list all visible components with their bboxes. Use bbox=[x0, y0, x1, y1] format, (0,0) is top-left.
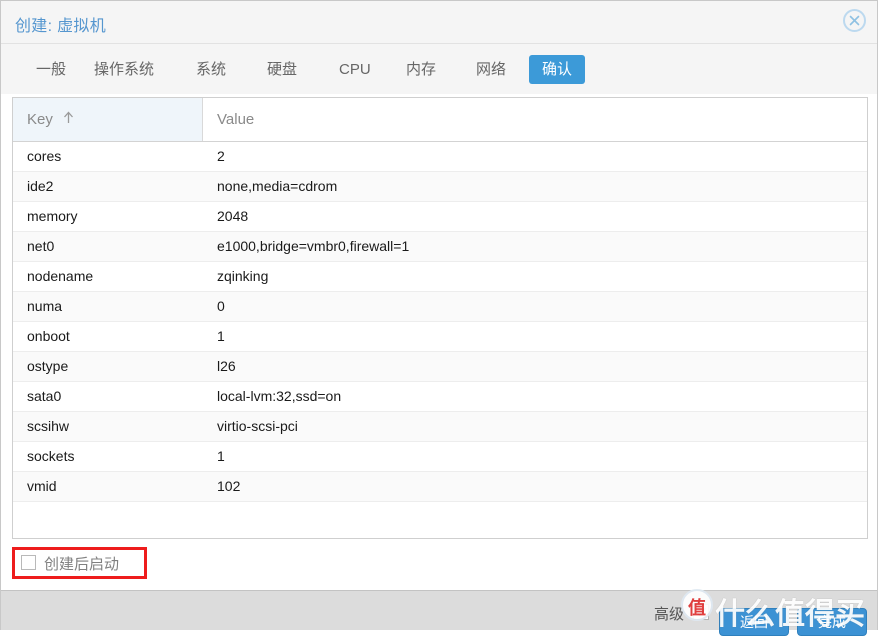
table-row[interactable]: sockets 1 bbox=[13, 442, 867, 472]
row-value: 2048 bbox=[217, 202, 857, 231]
table-row[interactable]: vmid 102 bbox=[13, 472, 867, 502]
tab-os[interactable]: 操作系统 bbox=[81, 55, 167, 84]
row-value: virtio-scsi-pci bbox=[217, 412, 857, 441]
row-key: net0 bbox=[27, 232, 207, 261]
table-row[interactable]: cores 2 bbox=[13, 142, 867, 172]
column-header-key[interactable]: Key bbox=[13, 98, 203, 141]
table-row[interactable]: onboot 1 bbox=[13, 322, 867, 352]
row-key: vmid bbox=[27, 472, 207, 501]
tab-general[interactable]: 一般 bbox=[23, 55, 79, 84]
table-row[interactable]: sata0 local-lvm:32,ssd=on bbox=[13, 382, 867, 412]
start-after-create-checkbox[interactable] bbox=[21, 555, 36, 570]
finish-button[interactable]: 完成 bbox=[797, 608, 867, 636]
summary-panel: Key Value cores 2 ide2 none,media=cdrom bbox=[12, 97, 868, 539]
table-row[interactable]: numa 0 bbox=[13, 292, 867, 322]
tab-system[interactable]: 系统 bbox=[183, 55, 239, 84]
row-key: cores bbox=[27, 142, 207, 171]
row-value: none,media=cdrom bbox=[217, 172, 857, 201]
dialog-title: 创建: 虚拟机 bbox=[15, 12, 106, 36]
row-key: ide2 bbox=[27, 172, 207, 201]
start-after-create-row: 创建后启动 bbox=[12, 547, 857, 579]
tab-memory[interactable]: 内存 bbox=[393, 55, 449, 84]
grid-header: Key Value bbox=[13, 98, 867, 142]
tab-hard-disk[interactable]: 硬盘 bbox=[254, 55, 310, 84]
table-row[interactable]: nodename zqinking bbox=[13, 262, 867, 292]
advanced-label: 高级 bbox=[654, 603, 684, 624]
table-row[interactable]: scsihw virtio-scsi-pci bbox=[13, 412, 867, 442]
start-after-create-label: 创建后启动 bbox=[44, 553, 119, 574]
wizard-tabbar: 一般 操作系统 系统 硬盘 CPU 内存 网络 确认 bbox=[1, 44, 877, 94]
row-key: sata0 bbox=[27, 382, 207, 411]
row-key: memory bbox=[27, 202, 207, 231]
back-button[interactable]: 返回 bbox=[719, 608, 789, 636]
table-row[interactable]: net0 e1000,bridge=vmbr0,firewall=1 bbox=[13, 232, 867, 262]
row-value: local-lvm:32,ssd=on bbox=[217, 382, 857, 411]
row-value: 2 bbox=[217, 142, 857, 171]
row-key: sockets bbox=[27, 442, 207, 471]
row-value: 0 bbox=[217, 292, 857, 321]
row-key: onboot bbox=[27, 322, 207, 351]
row-value: 1 bbox=[217, 322, 857, 351]
table-row[interactable]: ide2 none,media=cdrom bbox=[13, 172, 867, 202]
row-value: 102 bbox=[217, 472, 857, 501]
row-key: numa bbox=[27, 292, 207, 321]
row-value: zqinking bbox=[217, 262, 857, 291]
row-key: nodename bbox=[27, 262, 207, 291]
column-header-value[interactable]: Value bbox=[203, 98, 867, 141]
advanced-checkbox[interactable] bbox=[693, 604, 709, 620]
row-value: 1 bbox=[217, 442, 857, 471]
column-header-value-label: Value bbox=[217, 111, 254, 128]
dialog-footer: 高级 返回 完成 bbox=[1, 590, 877, 630]
dialog-titlebar: 创建: 虚拟机 bbox=[1, 1, 877, 44]
row-key: scsihw bbox=[27, 412, 207, 441]
column-header-key-label: Key bbox=[27, 111, 53, 128]
tab-cpu[interactable]: CPU bbox=[326, 55, 384, 84]
grid-body: cores 2 ide2 none,media=cdrom memory 204… bbox=[13, 142, 867, 538]
tab-confirm[interactable]: 确认 bbox=[529, 55, 585, 84]
tab-network[interactable]: 网络 bbox=[463, 55, 519, 84]
row-value: e1000,bridge=vmbr0,firewall=1 bbox=[217, 232, 857, 261]
table-row[interactable]: memory 2048 bbox=[13, 202, 867, 232]
sort-ascending-arrow-icon bbox=[63, 98, 74, 141]
table-row[interactable]: ostype l26 bbox=[13, 352, 867, 382]
create-vm-dialog: 创建: 虚拟机 一般 操作系统 系统 硬盘 CPU 内存 网络 确认 Key bbox=[0, 0, 878, 630]
close-icon[interactable] bbox=[843, 9, 866, 32]
row-key: ostype bbox=[27, 352, 207, 381]
row-value: l26 bbox=[217, 352, 857, 381]
